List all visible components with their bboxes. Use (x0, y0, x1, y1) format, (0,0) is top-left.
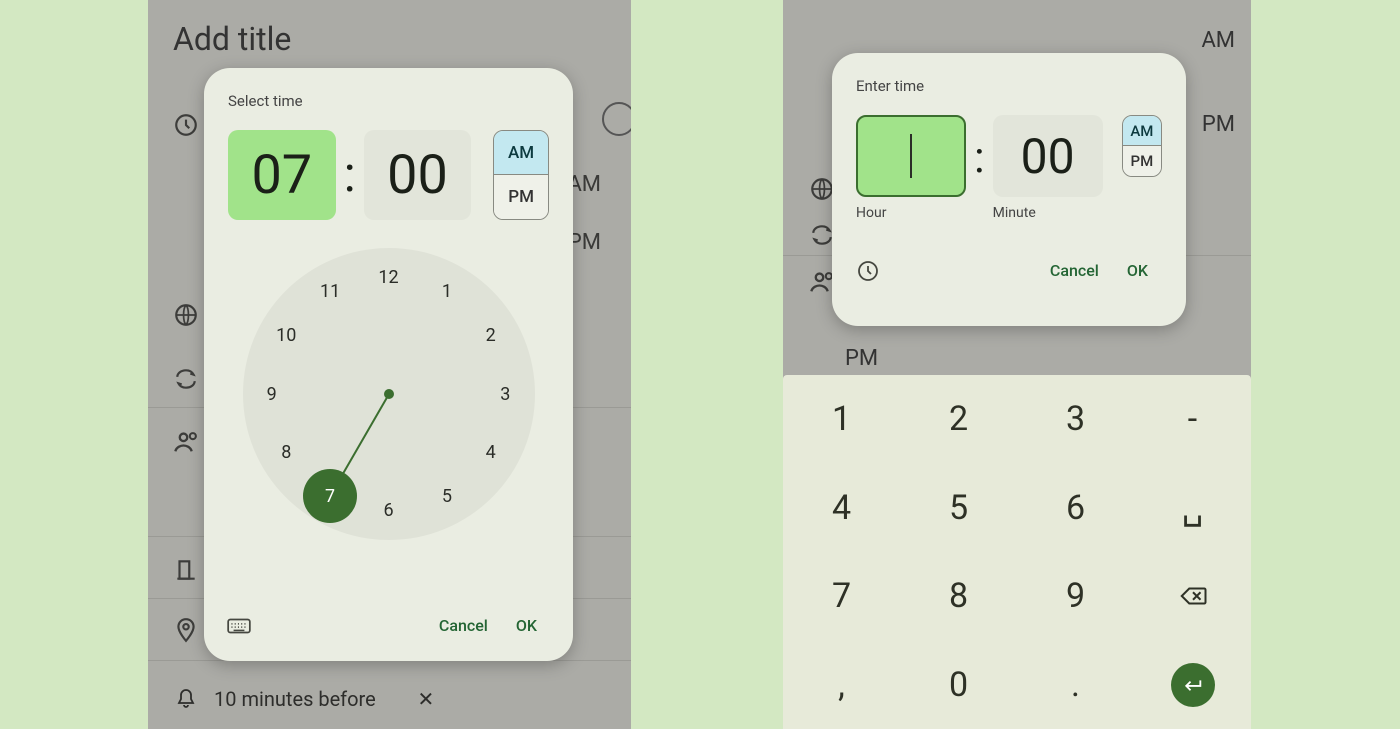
clock-num-2[interactable]: 2 (474, 319, 508, 353)
room-icon (173, 557, 199, 583)
key-dash[interactable]: - (1134, 375, 1251, 464)
pm-button[interactable]: PM (494, 175, 548, 219)
key-enter[interactable] (1134, 641, 1251, 729)
key-comma[interactable]: , (783, 641, 900, 729)
all-day-toggle[interactable] (602, 102, 631, 136)
ok-button[interactable]: OK (1113, 251, 1162, 290)
dialog-actions: Cancel OK (226, 606, 551, 645)
clock-num-6[interactable]: 6 (372, 494, 406, 528)
phone-right-frame: AM PM PM Enter time Hour : 00 Minute AM … (783, 0, 1251, 729)
bg-pm-label-2: PM (845, 346, 878, 371)
pm-button[interactable]: PM (1123, 146, 1161, 176)
hour-input[interactable] (856, 115, 966, 197)
clock-num-7-selected[interactable]: 7 (303, 469, 357, 523)
key-period[interactable]: . (1017, 641, 1134, 729)
clock-icon (173, 112, 199, 138)
cancel-button[interactable]: Cancel (1036, 251, 1113, 290)
numeric-keypad: 1 2 3 - 4 5 6 ␣ 7 8 9 , 0 . (783, 375, 1251, 729)
am-button[interactable]: AM (494, 131, 548, 175)
people-icon (173, 428, 201, 456)
key-9[interactable]: 9 (1017, 552, 1134, 641)
key-backspace[interactable] (1134, 552, 1251, 641)
clock-hand (333, 394, 390, 490)
clock-num-3[interactable]: 3 (488, 377, 522, 411)
clock-num-4[interactable]: 4 (474, 435, 508, 469)
ok-button[interactable]: OK (502, 606, 551, 645)
dialog-title: Select time (228, 92, 549, 110)
clock-num-9[interactable]: 9 (255, 377, 289, 411)
clock-face[interactable]: 12 1 2 3 4 5 6 7 8 9 10 11 (243, 248, 535, 540)
am-pm-toggle: AM PM (493, 130, 549, 220)
time-input-dialog: Enter time Hour : 00 Minute AM PM Cancel… (832, 53, 1186, 326)
bell-icon (174, 687, 198, 711)
location-icon (173, 617, 199, 643)
time-colon: : (972, 131, 987, 183)
notification-label: 10 minutes before (214, 687, 402, 711)
keyboard-icon[interactable] (226, 613, 252, 639)
key-3[interactable]: 3 (1017, 375, 1134, 464)
cancel-button[interactable]: Cancel (425, 606, 502, 645)
page-title: Add title (173, 20, 291, 58)
clock-num-8[interactable]: 8 (269, 435, 303, 469)
clock-num-11[interactable]: 11 (313, 275, 347, 309)
clock-icon[interactable] (856, 259, 880, 283)
key-8[interactable]: 8 (900, 552, 1017, 641)
globe-icon (173, 302, 199, 328)
hour-label: Hour (856, 205, 966, 221)
clock-num-10[interactable]: 10 (269, 319, 303, 353)
hour-chip[interactable]: 07 (228, 130, 336, 220)
key-5[interactable]: 5 (900, 464, 1017, 553)
minute-label: Minute (993, 205, 1103, 221)
bg-am-label-right: AM (1201, 28, 1235, 53)
minute-input[interactable]: 00 (993, 115, 1103, 197)
dialog-title: Enter time (856, 77, 1162, 95)
am-pm-toggle: AM PM (1122, 115, 1162, 177)
key-space[interactable]: ␣ (1134, 464, 1251, 553)
clock-num-1[interactable]: 1 (430, 275, 464, 309)
phone-left-frame: Add title AM PM 10 minutes before ✕ Sele… (148, 0, 631, 729)
dialog-actions: Cancel OK (856, 251, 1162, 290)
minute-chip[interactable]: 00 (364, 130, 472, 220)
time-colon: : (342, 146, 358, 204)
key-0[interactable]: 0 (900, 641, 1017, 729)
clock-num-12[interactable]: 12 (372, 260, 406, 294)
key-1[interactable]: 1 (783, 375, 900, 464)
clock-center (384, 389, 394, 399)
time-display-row: 07 : 00 AM PM (228, 130, 549, 220)
key-4[interactable]: 4 (783, 464, 900, 553)
text-cursor (910, 134, 912, 178)
close-icon[interactable]: ✕ (418, 687, 606, 711)
notification-row[interactable]: 10 minutes before ✕ (148, 673, 631, 725)
am-button[interactable]: AM (1123, 116, 1161, 146)
key-7[interactable]: 7 (783, 552, 900, 641)
time-input-row: Hour : 00 Minute AM PM (856, 115, 1162, 221)
key-2[interactable]: 2 (900, 375, 1017, 464)
bg-pm-label-right: PM (1202, 112, 1235, 137)
clock-num-5[interactable]: 5 (430, 479, 464, 513)
key-6[interactable]: 6 (1017, 464, 1134, 553)
time-picker-dialog: Select time 07 : 00 AM PM 12 1 2 3 4 5 6… (204, 68, 573, 661)
repeat-icon (173, 366, 199, 392)
